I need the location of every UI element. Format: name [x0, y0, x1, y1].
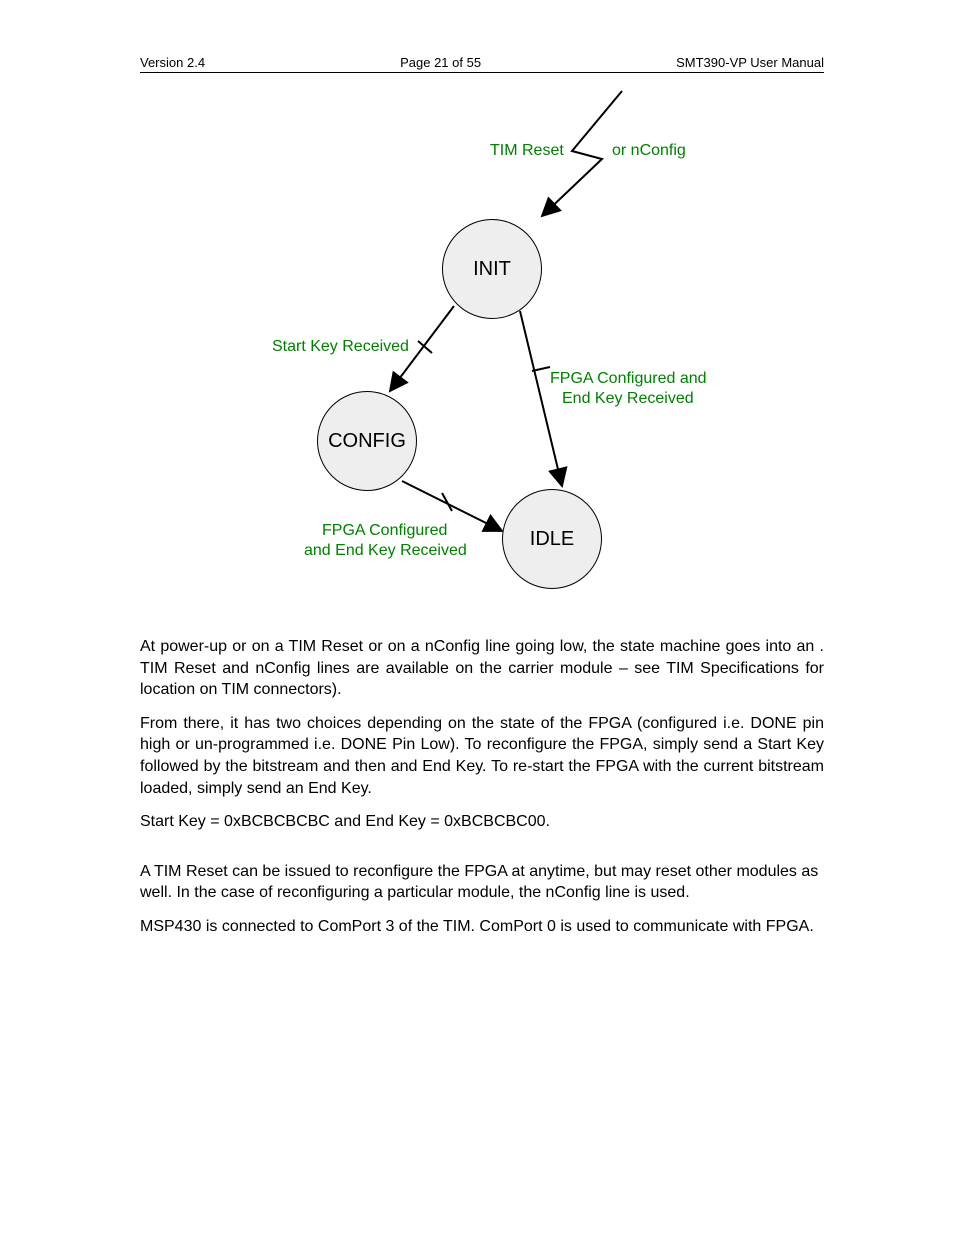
fpga-end-bottom-b: and End Key Received: [304, 541, 467, 561]
diagram-arrows: [142, 91, 822, 601]
page-header: Version 2.4 Page 21 of 55 SMT390-VP User…: [140, 55, 824, 73]
paragraph-3: Start Key = 0xBCBCBCBC and End Key = 0xB…: [140, 811, 824, 833]
state-idle: IDLE: [502, 489, 602, 589]
paragraph-1: At power-up or on a TIM Reset or on a nC…: [140, 636, 824, 701]
state-config: CONFIG: [317, 391, 417, 491]
paragraph-2: From there, it has two choices depending…: [140, 713, 824, 799]
start-key-label: Start Key Received: [272, 337, 409, 357]
state-idle-label: IDLE: [530, 528, 574, 551]
state-config-label: CONFIG: [328, 430, 406, 453]
fpga-end-right-b: End Key Received: [562, 389, 694, 409]
header-version: Version 2.4: [140, 55, 205, 70]
reset-label-b: or nConfig: [612, 141, 686, 161]
state-init: INIT: [442, 219, 542, 319]
fpga-end-bottom-a: FPGA Configured: [322, 521, 447, 541]
reset-label-a: TIM Reset: [490, 141, 564, 161]
state-machine-diagram: INIT CONFIG IDLE TIM Reset or nConfig St…: [142, 91, 822, 601]
paragraph-5: MSP430 is connected to ComPort 3 of the …: [140, 916, 824, 938]
paragraph-4: A TIM Reset can be issued to reconfigure…: [140, 861, 824, 904]
header-manual-title: SMT390-VP User Manual: [676, 55, 824, 70]
header-page-number: Page 21 of 55: [400, 55, 481, 70]
fpga-end-right-a: FPGA Configured and: [550, 369, 707, 389]
state-init-label: INIT: [473, 258, 511, 281]
body-text: At power-up or on a TIM Reset or on a nC…: [140, 636, 824, 938]
document-page: Version 2.4 Page 21 of 55 SMT390-VP User…: [0, 0, 954, 1235]
